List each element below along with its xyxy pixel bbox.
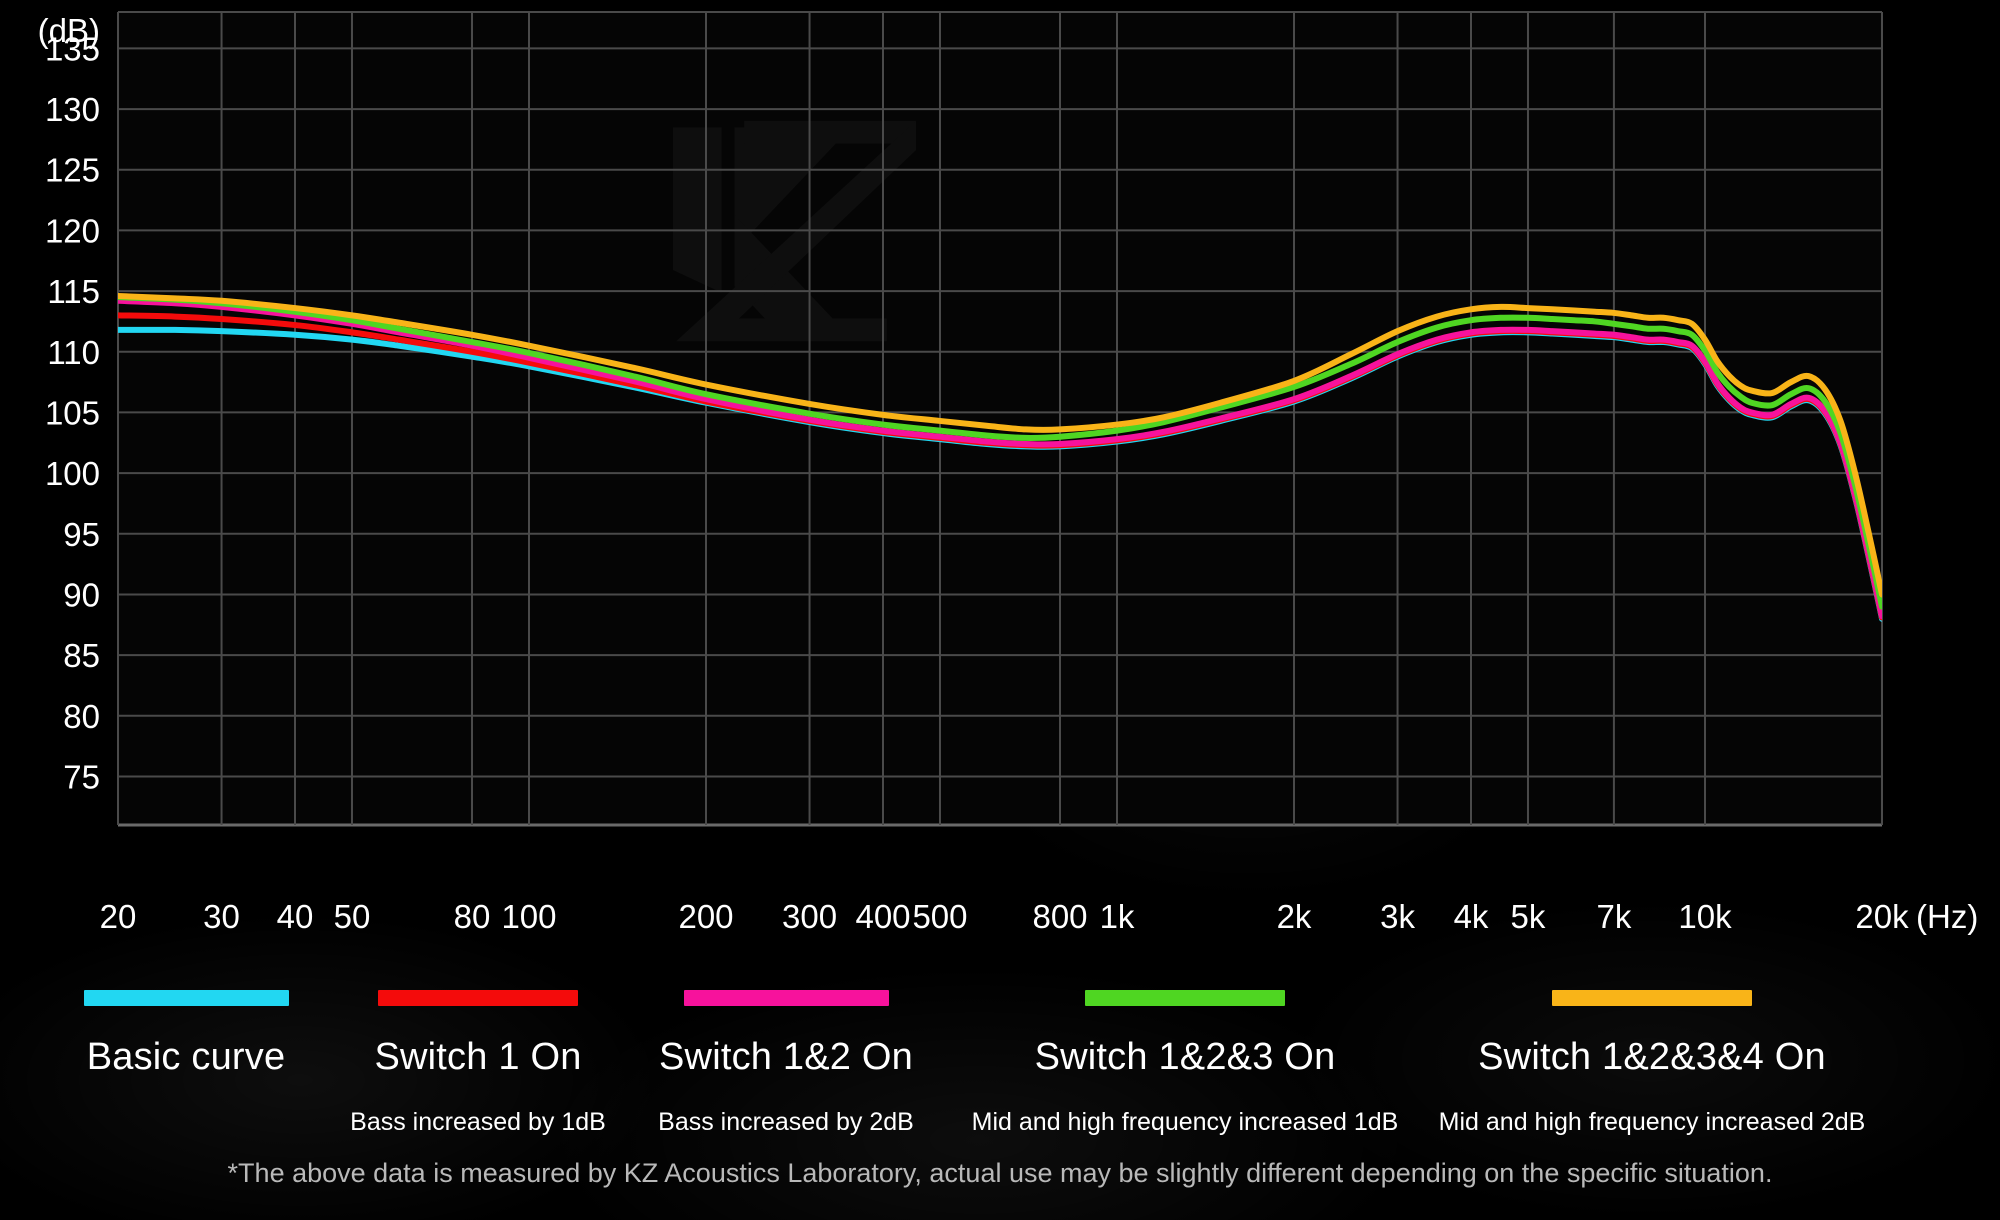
x-axis-tick-label: 50 xyxy=(334,898,371,935)
x-axis-labels: 20 30 40 50 80 100 200 300 400 500 800 1k 2k 3k 4k 5k 7k… xyxy=(100,898,1979,935)
x-axis-tick-label: 20k xyxy=(1855,898,1909,935)
x-axis-tick-label: 4k xyxy=(1454,898,1489,935)
kz-logo-k-stem xyxy=(672,127,722,293)
y-axis-labels: (dB)1351301251201151101051009590858075 xyxy=(38,12,100,795)
legend-swatch xyxy=(1552,990,1752,1006)
x-axis-tick-label: 100 xyxy=(501,898,556,935)
x-axis-tick-label: 300 xyxy=(782,898,837,935)
y-axis-tick-label: 90 xyxy=(63,576,100,613)
y-axis-tick-label: 115 xyxy=(47,273,100,310)
legend-item-5[interactable]: Switch 1&2&3&4 On xyxy=(1352,990,1952,1079)
frequency-response-chart: (dB) 135 130 125 120 115 110 105 100 95 90 85 80 75 20… xyxy=(0,0,2000,1220)
x-axis-tick-label: 400 xyxy=(855,898,910,935)
x-axis-tick-label: 40 xyxy=(277,898,314,935)
legend-swatch xyxy=(683,990,889,1006)
x-axis-tick-label: 800 xyxy=(1032,898,1087,935)
legend-sublabel: Mid and high frequency increased 2dB xyxy=(1438,1108,1866,1136)
x-axis-tick-label: 30 xyxy=(203,898,240,935)
legend-label: Switch 1&2&3&4 On xyxy=(1478,1036,1826,1078)
y-axis-tick-label: 95 xyxy=(63,516,100,553)
x-axis-tick-label: 3k xyxy=(1380,898,1415,935)
x-axis-tick-label: 80 xyxy=(454,898,491,935)
x-axis-tick-label: 200 xyxy=(678,898,733,935)
y-axis-tick-label: 75 xyxy=(63,758,100,795)
x-axis-tick-label: 500 xyxy=(912,898,967,935)
x-axis-tick-label: 1k xyxy=(1100,898,1135,935)
y-axis-tick-label: 125 xyxy=(45,152,100,189)
x-axis-unit-label: (Hz) xyxy=(1916,898,1978,935)
kz-logo-z-bottom xyxy=(715,318,887,342)
kz-logo-z-top xyxy=(744,120,916,144)
x-axis-tick-label: 20 xyxy=(100,898,137,935)
legend-swatch xyxy=(1085,990,1285,1006)
x-axis-tick-label: 7k xyxy=(1596,898,1631,935)
x-axis-tick-label: 10k xyxy=(1678,898,1732,935)
y-axis-tick-label: 110 xyxy=(47,334,100,371)
y-axis-tick-label: 85 xyxy=(63,637,100,674)
plot-background xyxy=(118,12,1882,825)
footnote: *The above data is measured by KZ Acoust… xyxy=(227,1158,1773,1188)
x-axis-tick-label: 5k xyxy=(1511,898,1546,935)
y-axis-tick-label: 80 xyxy=(63,698,100,735)
x-axis-tick-label: 2k xyxy=(1277,898,1312,935)
y-axis-tick-label: 105 xyxy=(45,394,100,431)
y-axis-tick-label: 130 xyxy=(45,91,100,128)
y-axis-tick-label: 100 xyxy=(45,455,100,492)
y-axis-tick-label: 120 xyxy=(45,212,100,249)
y-axis-tick-label: 135 xyxy=(45,30,100,67)
